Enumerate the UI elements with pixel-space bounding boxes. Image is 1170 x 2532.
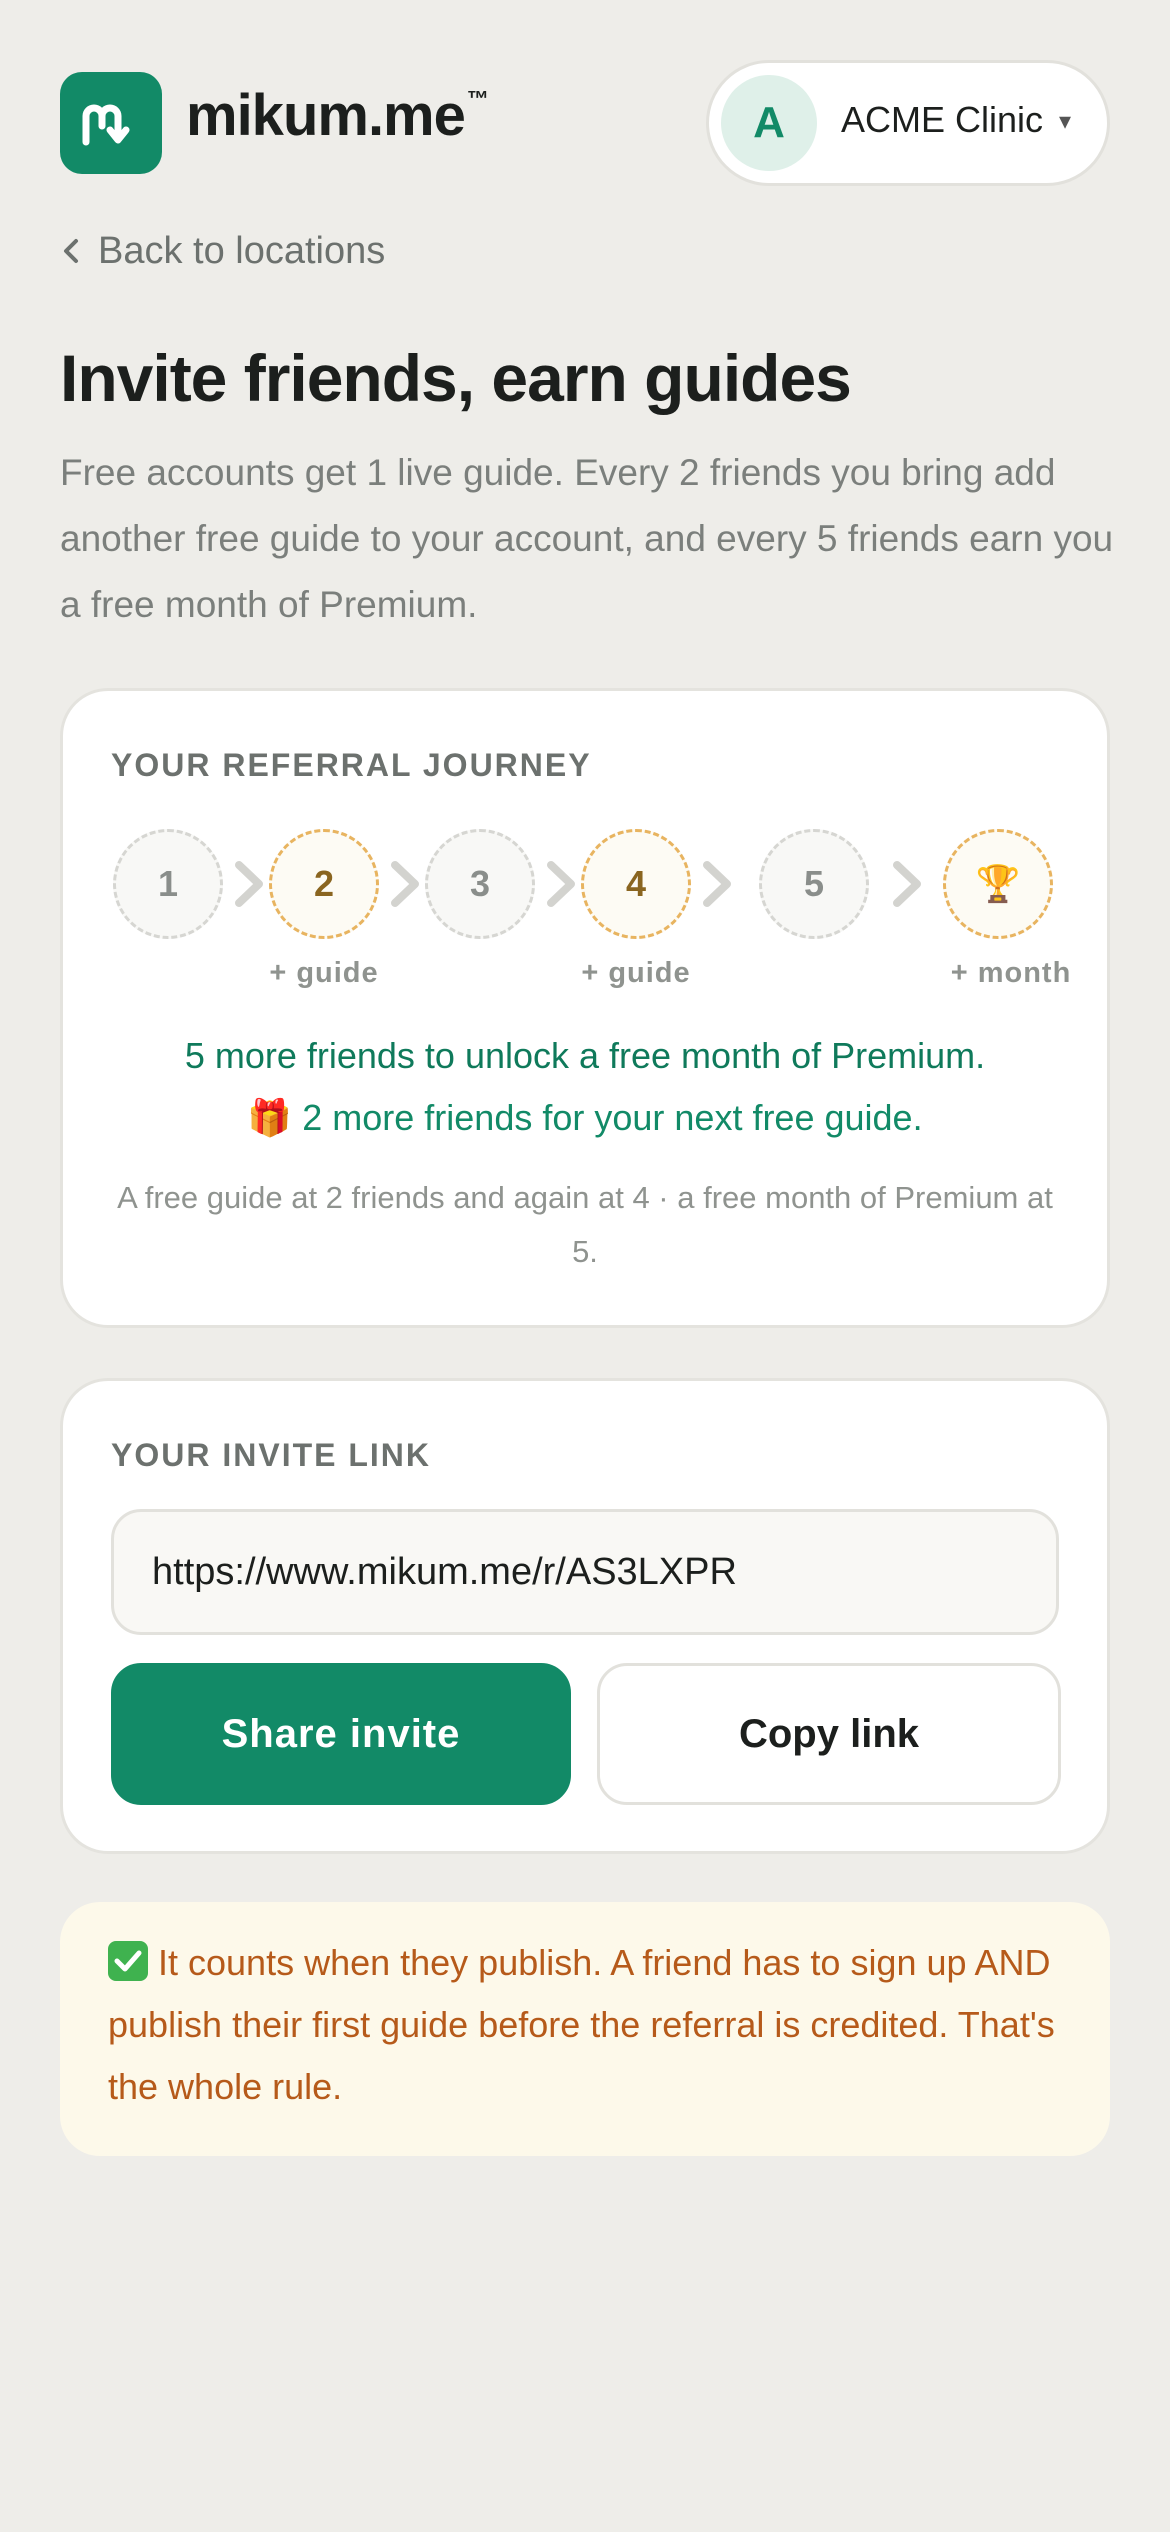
invite-link-card: YOUR INVITE LINK https://www.mikum.me/r/… — [60, 1378, 1110, 1854]
chevron-right-icon — [391, 861, 419, 907]
clinic-avatar: A — [721, 75, 817, 171]
journey-step-4: 4 — [581, 829, 691, 939]
journey-label: YOUR REFERRAL JOURNEY — [111, 747, 592, 783]
journey-status-secondary-text: 2 more friends for your next free guide. — [302, 1097, 923, 1138]
trophy-icon: 🏆 — [943, 829, 1053, 939]
journey-reward-guide: + guide — [269, 957, 379, 989]
page-intro: Free accounts get 1 live guide. Every 2 … — [60, 452, 1114, 625]
chevron-right-icon — [235, 861, 263, 907]
referral-rule-notice: It counts when they publish. A friend ha… — [60, 1902, 1110, 2156]
journey-status-secondary: 🎁 2 more friends for your next free guid… — [63, 1097, 1107, 1139]
gift-icon: 🎁 — [247, 1097, 293, 1138]
header: mikum.me™ A ACME Clinic ▾ — [60, 60, 1110, 188]
notice-text: It counts when they publish. A friend ha… — [108, 1932, 1070, 2118]
referral-page: mikum.me™ A ACME Clinic ▾ Back to locati… — [0, 0, 1170, 2532]
page-title: Invite friends, earn guides — [60, 341, 852, 415]
mikum-logo-icon[interactable] — [60, 72, 162, 174]
journey-status-primary: 5 more friends to unlock a free month of… — [184, 1035, 986, 1076]
back-link[interactable]: Back to locations — [62, 226, 385, 276]
chevron-right-icon — [893, 861, 921, 907]
chevron-right-icon — [547, 861, 575, 907]
clinic-name: ACME Clinic — [841, 99, 1044, 140]
notice-body: It counts when they publish. A friend ha… — [108, 1942, 1055, 2107]
journey-reward-guide: + guide — [581, 957, 691, 989]
check-box-icon — [108, 1941, 148, 1981]
journey-step-1: 1 — [113, 829, 223, 939]
chevron-left-icon — [64, 239, 78, 263]
journey-step-3: 3 — [425, 829, 535, 939]
share-invite-button[interactable]: Share invite — [111, 1663, 571, 1805]
back-link-label: Back to locations — [98, 229, 386, 272]
journey-footnote: A free guide at 2 friends and again at 4… — [117, 1180, 1053, 1269]
clinic-switcher[interactable]: A ACME Clinic ▾ — [706, 60, 1110, 186]
chevron-right-icon — [703, 861, 731, 907]
chevron-down-icon: ▾ — [1058, 108, 1071, 135]
journey-reward-month: + month — [950, 957, 1072, 989]
journey-step-5: 5 — [759, 829, 869, 939]
copy-link-button[interactable]: Copy link — [597, 1663, 1061, 1805]
journey-step-2: 2 — [269, 829, 379, 939]
invite-link-field[interactable]: https://www.mikum.me/r/AS3LXPR — [111, 1509, 1059, 1635]
invite-label: YOUR INVITE LINK — [111, 1437, 432, 1473]
referral-journey-card: YOUR REFERRAL JOURNEY 1 2 3 4 5 🏆 + guid… — [60, 688, 1110, 1328]
brand-name: mikum.me™ — [186, 83, 489, 148]
